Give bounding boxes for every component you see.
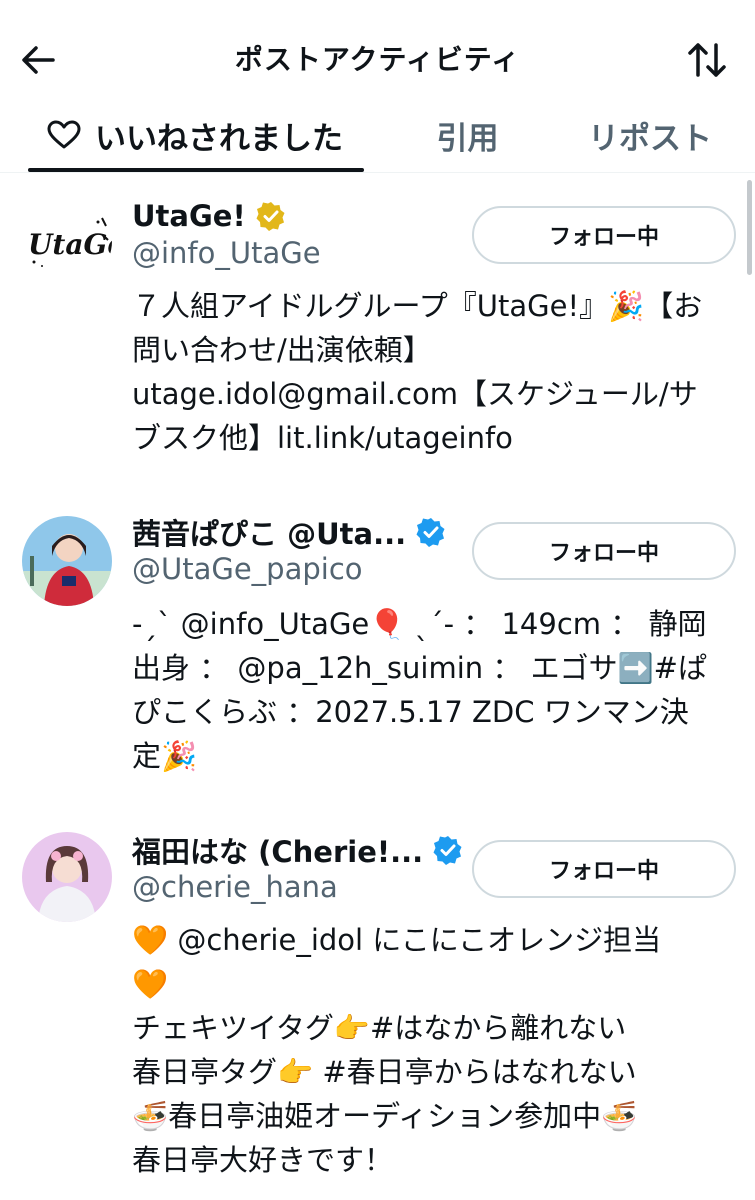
display-name[interactable]: 茜音ぱぴこ @Uta... — [132, 511, 406, 553]
bio-line: 🧡 — [132, 967, 169, 1001]
user-bio: 🧡 @cherie_idol にこにこオレンジ担当 🧡 チェキツイタグ👉#はなか… — [132, 918, 732, 1182]
sort-button[interactable] — [685, 38, 729, 82]
profile-photo-image — [22, 516, 112, 606]
following-button[interactable]: フォロー中 — [472, 522, 736, 580]
page-title: ポストアクティビティ — [234, 43, 521, 76]
bio-line: 🧡 @cherie_idol にこにこオレンジ担当 — [132, 923, 662, 957]
active-tab-indicator — [28, 168, 364, 172]
tab-reposts-label: リポスト — [588, 120, 712, 157]
verified-blue-icon — [433, 836, 462, 865]
bio-line[interactable]: ブスク他】lit.link/utageinfo — [132, 416, 732, 460]
user-handle[interactable]: @info_UtaGe — [132, 236, 321, 270]
name-row: 茜音ぱぴこ @Uta... — [132, 512, 446, 552]
bio-line[interactable]: utage.idol@gmail.com【スケジュール/サ — [132, 372, 732, 416]
verified-gold-icon — [256, 202, 285, 231]
tab-liked[interactable]: いいねされました — [30, 98, 360, 172]
following-button[interactable]: フォロー中 — [472, 840, 736, 898]
scrollbar[interactable] — [747, 180, 752, 275]
bio-line: -ˏˋ @info_UtaGe🎈 ˎˊ- ： 149cm ： 静岡 — [132, 607, 707, 641]
user-bio: ７人組アイドルグループ『UtaGe!』🎉【お 問い合わせ/出演依頼】 utage… — [132, 284, 732, 460]
avatar[interactable] — [22, 832, 112, 922]
tab-liked-label: いいねされました — [95, 120, 343, 157]
display-name[interactable]: UtaGe! — [132, 199, 246, 233]
user-bio: -ˏˋ @info_UtaGe🎈 ˎˊ- ： 149cm ： 静岡 出身 ： @… — [132, 602, 732, 778]
tab-bar: いいねされました 引用 リポスト — [0, 98, 755, 173]
bio-line: 春日亭タグ👉 #春日亭からはなれない — [132, 1055, 637, 1089]
heart-outline-icon — [47, 120, 81, 149]
bio-line: 出身 ： @pa_12h_suimin ： エゴサ➡️#ぱ — [132, 651, 707, 685]
user-handle[interactable]: @cherie_hana — [132, 870, 338, 904]
user-handle[interactable]: @UtaGe_papico — [132, 552, 363, 586]
tab-quotes-label: 引用 — [436, 120, 499, 157]
name-row: 福田はな (Cherie!... — [132, 830, 463, 870]
following-button[interactable]: フォロー中 — [472, 206, 736, 264]
bio-line: チェキツイタグ👉#はなから離れない — [132, 1011, 627, 1045]
bio-line: 問い合わせ/出演依頼】 — [132, 333, 432, 367]
name-row: UtaGe! — [132, 196, 286, 236]
bio-line: ７人組アイドルグループ『UtaGe!』🎉【お — [132, 289, 703, 323]
bio-line: 🍜春日亭油姫オーディション参加中🍜 — [132, 1099, 638, 1133]
avatar[interactable] — [22, 516, 112, 606]
bio-line: ぴこくらぶ ：2027.5.17 ZDC ワンマン決 — [132, 695, 689, 729]
bio-line: 春日亭大好きです！ — [132, 1143, 394, 1177]
svg-text:UtaGe: UtaGe — [28, 228, 112, 261]
tab-quotes[interactable]: 引用 — [410, 98, 525, 172]
utage-logo-image: UtaGe — [28, 217, 112, 267]
verified-blue-icon — [416, 518, 445, 547]
profile-photo-image — [22, 832, 112, 922]
display-name[interactable]: 福田はな (Cherie!... — [132, 829, 423, 871]
tab-reposts[interactable]: リポスト — [570, 98, 730, 172]
sort-arrows-icon — [688, 43, 726, 77]
avatar[interactable]: UtaGe — [22, 196, 112, 286]
bio-line: 定🎉 — [132, 739, 198, 773]
